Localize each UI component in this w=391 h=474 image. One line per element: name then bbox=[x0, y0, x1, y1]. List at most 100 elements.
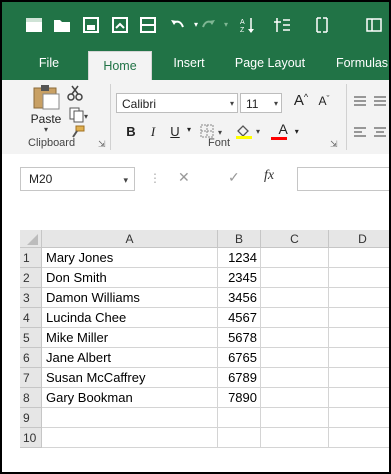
cut-icon[interactable] bbox=[66, 84, 84, 102]
cell-d[interactable] bbox=[329, 248, 389, 268]
row-header[interactable]: 3 bbox=[20, 288, 42, 308]
more-icon[interactable] bbox=[364, 15, 384, 35]
cell-c[interactable] bbox=[261, 428, 329, 448]
cell-c[interactable] bbox=[261, 328, 329, 348]
row-header[interactable]: 2 bbox=[20, 268, 42, 288]
column-header-b[interactable]: B bbox=[218, 230, 261, 248]
cell-c[interactable] bbox=[261, 348, 329, 368]
freeze-icon[interactable] bbox=[312, 15, 332, 35]
cell-c[interactable] bbox=[261, 408, 329, 428]
cell-b[interactable]: 7890 bbox=[218, 388, 261, 408]
column-header-d[interactable]: D bbox=[329, 230, 389, 248]
row-header[interactable]: 4 bbox=[20, 308, 42, 328]
cancel-icon[interactable]: ✕ bbox=[178, 169, 190, 186]
cell-c[interactable] bbox=[261, 268, 329, 288]
cell-a[interactable]: Don Smith bbox=[42, 268, 218, 288]
cell-a[interactable]: Jane Albert bbox=[42, 348, 218, 368]
cell-a[interactable]: Damon Williams bbox=[42, 288, 218, 308]
cell-b[interactable]: 2345 bbox=[218, 268, 261, 288]
cell-b[interactable] bbox=[218, 428, 261, 448]
font-name-select[interactable]: Calibri ▾ bbox=[116, 93, 238, 113]
clipboard-launcher-icon[interactable]: ⇲ bbox=[98, 139, 106, 150]
cell-d[interactable] bbox=[329, 368, 389, 388]
row-header[interactable]: 10 bbox=[20, 428, 42, 448]
redo-dropdown-icon: ▾ bbox=[223, 20, 228, 29]
shrink-font-button[interactable]: Aˇ bbox=[314, 94, 334, 108]
column-header-c[interactable]: C bbox=[261, 230, 329, 248]
cell-d[interactable] bbox=[329, 388, 389, 408]
row-header[interactable]: 7 bbox=[20, 368, 42, 388]
cell-d[interactable] bbox=[329, 428, 389, 448]
enter-icon[interactable]: ✓ bbox=[228, 169, 240, 186]
paste-icon bbox=[33, 85, 60, 110]
cell-a[interactable]: Gary Bookman bbox=[42, 388, 218, 408]
fill-color-button[interactable]: ▾ bbox=[234, 122, 268, 143]
tab-insert[interactable]: Insert bbox=[164, 47, 214, 80]
paste-dropdown-icon[interactable]: ▾ bbox=[28, 126, 64, 134]
cell-b[interactable]: 1234 bbox=[218, 248, 261, 268]
column-header-a[interactable]: A bbox=[42, 230, 218, 248]
select-all-corner[interactable] bbox=[20, 230, 42, 248]
tab-page-layout[interactable]: Page Layout bbox=[228, 47, 312, 80]
filter-icon[interactable] bbox=[272, 15, 292, 35]
row-header[interactable]: 5 bbox=[20, 328, 42, 348]
row-header[interactable]: 8 bbox=[20, 388, 42, 408]
tab-formulas[interactable]: Formulas bbox=[326, 47, 389, 80]
underline-dropdown-icon[interactable]: ▾ bbox=[184, 125, 194, 134]
align-left-icon[interactable] bbox=[352, 125, 388, 142]
cell-d[interactable] bbox=[329, 308, 389, 328]
formula-input[interactable] bbox=[297, 167, 389, 191]
save-icon[interactable] bbox=[81, 15, 101, 35]
cell-d[interactable] bbox=[329, 408, 389, 428]
cell-b[interactable]: 5678 bbox=[218, 328, 261, 348]
chevron-down-icon[interactable]: ▾ bbox=[123, 169, 128, 191]
undo-icon[interactable] bbox=[168, 15, 188, 35]
grow-font-label: A bbox=[293, 92, 304, 109]
copy-icon[interactable]: ▾ bbox=[68, 107, 90, 123]
cell-a[interactable]: Mike Miller bbox=[42, 328, 218, 348]
italic-button[interactable]: I bbox=[146, 124, 160, 140]
cell-b[interactable]: 6789 bbox=[218, 368, 261, 388]
cell-d[interactable] bbox=[329, 328, 389, 348]
tab-file[interactable]: File bbox=[24, 47, 74, 80]
open-icon[interactable] bbox=[52, 15, 72, 35]
cell-a[interactable] bbox=[42, 408, 218, 428]
row-header[interactable]: 9 bbox=[20, 408, 42, 428]
font-color-button[interactable]: A ▾ bbox=[270, 122, 304, 140]
cell-a[interactable]: Mary Jones bbox=[42, 248, 218, 268]
row-header[interactable]: 6 bbox=[20, 348, 42, 368]
ribbon-home: Paste ▾ ▾ Clipboard ⇲ Calibri ▾ 11 ▾ A^ … bbox=[2, 80, 389, 155]
form-icon[interactable] bbox=[138, 15, 158, 35]
align-top-icon[interactable] bbox=[352, 94, 388, 111]
cell-c[interactable] bbox=[261, 388, 329, 408]
cell-b[interactable] bbox=[218, 408, 261, 428]
cell-d[interactable] bbox=[329, 348, 389, 368]
underline-button[interactable]: U bbox=[168, 124, 182, 139]
grow-font-button[interactable]: A^ bbox=[290, 92, 312, 109]
bold-button[interactable]: B bbox=[124, 124, 138, 139]
svg-text:Z: Z bbox=[240, 27, 245, 34]
name-box[interactable]: M20 ▾ bbox=[20, 167, 135, 191]
cell-c[interactable] bbox=[261, 248, 329, 268]
tab-home[interactable]: Home bbox=[88, 51, 152, 81]
cell-c[interactable] bbox=[261, 368, 329, 388]
insert-function-icon[interactable]: fx bbox=[264, 168, 274, 184]
cell-a[interactable]: Lucinda Chee bbox=[42, 308, 218, 328]
cell-a[interactable]: Susan McCaffrey bbox=[42, 368, 218, 388]
formula-bar-grip-icon[interactable]: ⋮ bbox=[149, 171, 161, 185]
cell-b[interactable]: 4567 bbox=[218, 308, 261, 328]
paste-button[interactable]: Paste ▾ bbox=[28, 84, 64, 134]
save-as-icon[interactable] bbox=[110, 15, 130, 35]
cell-c[interactable] bbox=[261, 308, 329, 328]
cell-c[interactable] bbox=[261, 288, 329, 308]
cell-a[interactable] bbox=[42, 428, 218, 448]
font-launcher-icon[interactable]: ⇲ bbox=[330, 139, 338, 150]
cell-d[interactable] bbox=[329, 268, 389, 288]
formula-bar: M20 ▾ ⋮ ✕ ✓ fx bbox=[2, 154, 389, 206]
cell-b[interactable]: 3456 bbox=[218, 288, 261, 308]
cell-b[interactable]: 6765 bbox=[218, 348, 261, 368]
row-header[interactable]: 1 bbox=[20, 248, 42, 268]
font-size-select[interactable]: 11 ▾ bbox=[240, 93, 282, 113]
cell-d[interactable] bbox=[329, 288, 389, 308]
sort-icon[interactable]: AZ bbox=[238, 15, 258, 35]
